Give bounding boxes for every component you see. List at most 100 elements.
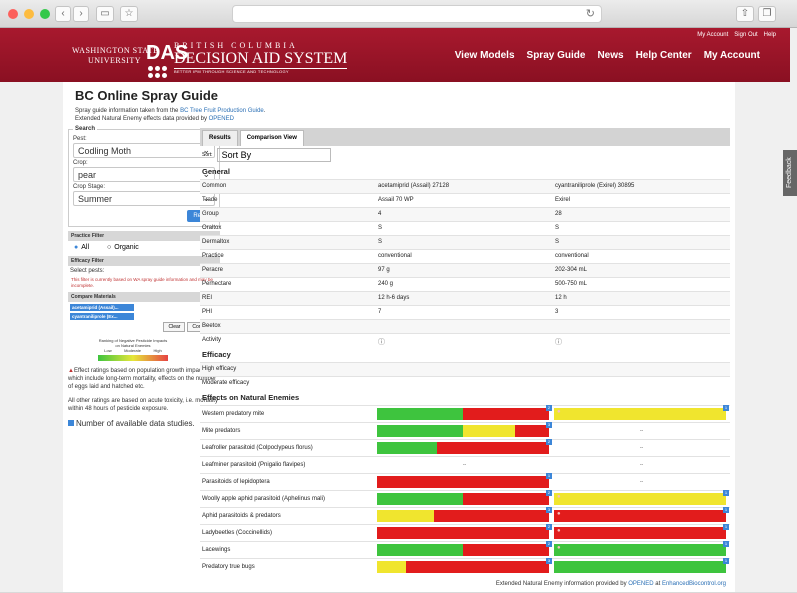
effect-cell: ● 1 xyxy=(553,541,730,556)
opened-footer-link[interactable]: OPENED xyxy=(628,581,653,587)
study-count-badge[interactable]: 1 xyxy=(723,558,729,564)
nav-view-models[interactable]: View Models xyxy=(455,50,515,61)
sort-select[interactable]: Sort By xyxy=(216,148,331,162)
cell-text: 202-304 mL xyxy=(555,267,588,273)
study-count-badge[interactable]: 1 xyxy=(723,541,729,547)
effect-cell: 2 xyxy=(376,524,553,539)
minimize-window-button[interactable] xyxy=(24,9,34,19)
red-segment xyxy=(406,561,549,573)
no-data-text: -- xyxy=(462,462,467,468)
study-count-badge[interactable]: 3 xyxy=(546,507,552,513)
note-studies: Number of available data studies. xyxy=(68,419,220,429)
enhancedbiocontrol-link[interactable]: EnhancedBiocontrol.org xyxy=(662,581,726,587)
red-segment xyxy=(377,527,549,539)
material-chip[interactable]: cyantraniliprole (Ex... xyxy=(70,313,134,320)
table-row: Perhectare 240 g 500-750 mL xyxy=(200,277,730,291)
study-count-badge[interactable]: 1 xyxy=(723,524,729,530)
cell-text: 28 xyxy=(555,211,562,217)
table-row: Moderate efficacy xyxy=(200,376,730,390)
legend-high: High xyxy=(153,348,162,353)
pest-value: Codling Moth xyxy=(78,146,132,156)
warning-icon: ● xyxy=(557,528,561,534)
effect-cell: -- xyxy=(376,459,553,471)
nav-my-account[interactable]: My Account xyxy=(704,50,760,61)
nav-news[interactable]: News xyxy=(597,50,623,61)
table-row: Predatory true bugs 3 1 xyxy=(200,558,730,575)
tab-bar: Results Comparison View xyxy=(200,128,730,146)
sign-out-link[interactable]: Sign Out xyxy=(734,32,757,38)
forward-icon[interactable]: › xyxy=(73,6,89,22)
clear-button[interactable]: Clear xyxy=(163,322,186,332)
cell-text: Peracre xyxy=(202,267,224,273)
row-value: conventional xyxy=(376,250,553,263)
address-bar[interactable]: ↻ xyxy=(232,5,602,23)
general-section-title: General xyxy=(202,167,230,176)
brand-title[interactable]: BRITISH COLUMBIA DECISION AID SYSTEM BET… xyxy=(174,41,348,74)
study-count-badge[interactable]: 1 xyxy=(723,405,729,411)
effect-cell: -- xyxy=(553,425,730,437)
material-chip[interactable]: acetamiprid (Assail)... xyxy=(70,304,134,311)
row-label: Predatory true bugs xyxy=(202,564,255,570)
nav-spray-guide[interactable]: Spray Guide xyxy=(527,50,586,61)
study-count-badge[interactable]: 1 xyxy=(723,490,729,496)
table-row: REI 12 h-6 days 12 h xyxy=(200,291,730,305)
practice-organic-radio[interactable]: Organic xyxy=(107,244,139,251)
select-pests-label: Select pests: xyxy=(70,268,105,274)
study-count-badge[interactable]: 1 xyxy=(546,473,552,479)
info-icon[interactable]: ⓘ xyxy=(555,339,562,346)
compare-materials-header: Compare Materials xyxy=(68,292,220,302)
table-row: Aphid parasitoids & predators 3 ● 1 xyxy=(200,507,730,524)
effect-cell: 1 xyxy=(376,473,553,488)
impact-bar xyxy=(377,408,549,420)
red-segment xyxy=(463,493,549,505)
practice-all-radio[interactable]: All xyxy=(74,244,89,251)
nav-help-center[interactable]: Help Center xyxy=(636,50,692,61)
effect-cell: 2 xyxy=(376,439,553,454)
stage-select[interactable]: Summer ⌄ xyxy=(73,191,215,206)
impact-bar xyxy=(554,408,726,420)
opened-link[interactable]: OPENED xyxy=(209,116,234,122)
row-value: conventional xyxy=(553,250,730,263)
main-nav: View Models Spray Guide News Help Center… xyxy=(455,50,760,61)
brand-line2: DECISION AID SYSTEM xyxy=(174,50,348,69)
row-value xyxy=(553,320,730,333)
feedback-tab[interactable]: Feedback xyxy=(783,150,797,196)
row-value: ⓘ xyxy=(553,334,730,347)
row-label: REI xyxy=(200,292,376,305)
tabs-icon[interactable]: ❐ xyxy=(758,6,776,22)
cell-text: Dermaltox xyxy=(202,239,230,245)
close-window-button[interactable] xyxy=(8,9,18,19)
study-count-badge[interactable]: 1 xyxy=(723,507,729,513)
study-count-badge[interactable]: 2 xyxy=(546,541,552,547)
cell-text: Oraltox xyxy=(202,225,222,231)
zoom-window-button[interactable] xyxy=(40,9,50,19)
study-count-badge[interactable]: 2 xyxy=(546,524,552,530)
study-count-badge[interactable]: 3 xyxy=(546,422,552,428)
study-count-badge[interactable]: 2 xyxy=(546,439,552,445)
study-count-badge[interactable]: 2 xyxy=(546,490,552,496)
row-value: 500-750 mL xyxy=(553,278,730,291)
reload-icon[interactable]: ↻ xyxy=(586,7,595,20)
bookmark-star-icon[interactable]: ☆ xyxy=(120,6,138,22)
tab-results[interactable]: Results xyxy=(202,130,238,146)
bc-guide-link[interactable]: BC Tree Fruit Production Guide xyxy=(180,108,264,114)
table-row: Peracre 97 g 202-304 mL xyxy=(200,263,730,277)
my-account-link[interactable]: My Account xyxy=(697,32,728,38)
effect-cell: 3 xyxy=(376,422,553,437)
sidebar-icon[interactable]: ▭ xyxy=(96,6,114,22)
search-legend: Search xyxy=(75,126,96,132)
cell-text: S xyxy=(555,239,560,245)
row-label: Oraltox xyxy=(200,222,376,235)
info-icon[interactable]: ⓘ xyxy=(378,339,385,346)
study-count-badge[interactable]: 2 xyxy=(546,405,552,411)
natural-enemies-table: Western predatory mite 2 ● 1 Mite predators 3… xyxy=(200,405,730,575)
row-value: 202-304 mL xyxy=(553,264,730,277)
pest-select[interactable]: Codling Moth ⌄ xyxy=(73,143,215,158)
crop-select[interactable]: pear ⌄ xyxy=(73,167,215,182)
study-count-badge[interactable]: 3 xyxy=(546,558,552,564)
share-icon[interactable]: ⇧ xyxy=(736,6,754,22)
tab-comparison-view[interactable]: Comparison View xyxy=(239,130,304,146)
back-icon[interactable]: ‹ xyxy=(55,6,71,22)
effect-cell: 3 xyxy=(376,507,553,522)
help-link[interactable]: Help xyxy=(764,32,776,38)
